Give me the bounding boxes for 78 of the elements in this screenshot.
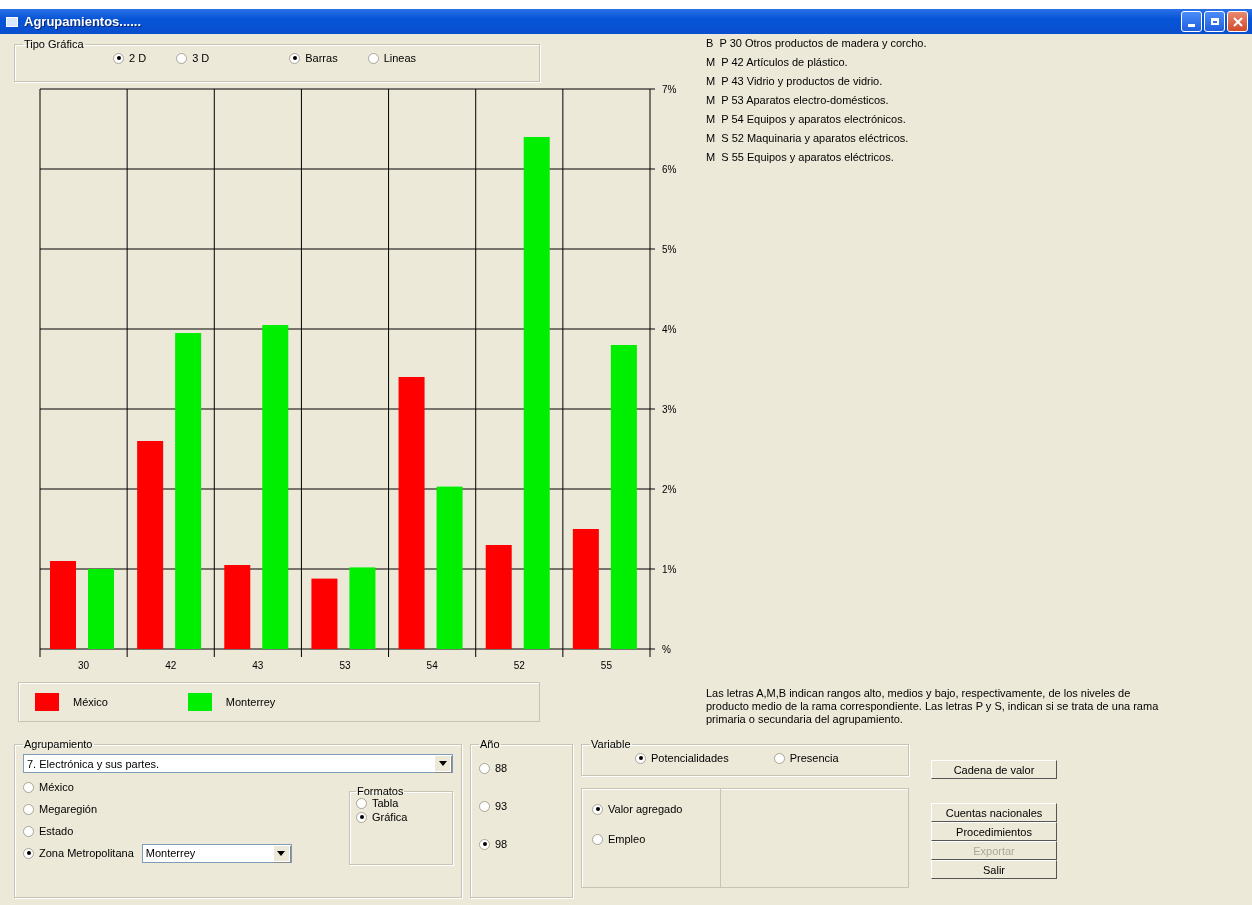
radio-icon[interactable]: [23, 847, 34, 859]
group-label: Tipo Gráfica: [23, 38, 85, 50]
group-label: Variable: [590, 738, 632, 750]
radio-option[interactable]: Empleo: [592, 833, 720, 845]
radio-icon[interactable]: [23, 803, 34, 815]
radio-option[interactable]: Megaregión: [23, 803, 98, 815]
description-text: M P 43 Vidrio y productos de vidrio.: [706, 74, 884, 88]
x-tick-label: 42: [165, 660, 177, 671]
window-title: Agrupamientos......: [24, 14, 142, 29]
x-tick-label: 30: [78, 660, 90, 671]
x-tick-label: 43: [252, 660, 264, 671]
radio-option[interactable]: 93: [479, 800, 564, 812]
button[interactable]: Cadena de valor: [931, 760, 1057, 779]
metro-dropdown[interactable]: Monterrey: [141, 843, 292, 863]
description-text: M S 55 Equipos y aparatos eléctricos.: [706, 150, 895, 164]
button[interactable]: Salir: [931, 860, 1057, 879]
description-text: M P 53 Aparatos electro-domésticos.: [706, 93, 890, 107]
radio-icon[interactable]: [592, 833, 603, 845]
radio-icon[interactable]: [479, 800, 490, 812]
y-tick-label: 2%: [662, 484, 677, 495]
y-tick-label: 1%: [662, 564, 677, 575]
x-tick-label: 52: [513, 660, 525, 671]
radio-option[interactable]: Estado: [23, 825, 74, 837]
grouping-dropdown[interactable]: 7. Electrónica y sus partes.: [23, 754, 453, 773]
radio-option[interactable]: Potencialidades: [635, 752, 729, 764]
radio-icon[interactable]: [356, 811, 367, 823]
radio-icon[interactable]: [356, 797, 367, 809]
x-tick-label: 55: [600, 660, 612, 671]
description-text: M P 54 Equipos y aparatos electrónicos.: [706, 112, 907, 126]
minimize-button[interactable]: [1181, 11, 1202, 32]
radio-option[interactable]: Tabla: [356, 797, 446, 809]
radio-icon[interactable]: [635, 752, 646, 764]
y-tick-label: 3%: [662, 404, 677, 415]
note-text: Las letras A,M,B indican rangos alto, medios y bajo, respectivamente, de los niveles de producto medio de la rama correspondiente. Las letras P y S, indican si se trata de una rama primaria o secundaria del agrupamiento.: [706, 687, 1160, 726]
radio-option[interactable]: Lineas: [367, 52, 417, 64]
radio-icon[interactable]: [176, 52, 188, 64]
legend-label: México: [73, 696, 108, 708]
y-tick-label: 7%: [662, 84, 677, 95]
radio-option[interactable]: Barras: [289, 52, 338, 64]
radio-option[interactable]: Zona Metropolitana: [23, 847, 134, 859]
y-tick-label: 4%: [662, 324, 677, 335]
radio-option[interactable]: 98: [479, 838, 564, 850]
radio-icon[interactable]: [289, 52, 301, 64]
radio-option[interactable]: Gráfica: [356, 811, 446, 823]
x-tick-label: 54: [426, 660, 438, 671]
group-label: Año: [479, 738, 501, 750]
button[interactable]: Cuentas nacionales: [931, 803, 1057, 822]
app-icon: [6, 16, 18, 27]
description-text: M S 52 Maquinaria y aparatos eléctricos.: [706, 131, 910, 145]
radio-option[interactable]: 88: [479, 762, 564, 774]
y-tick-label: 5%: [662, 244, 677, 255]
radio-icon[interactable]: [592, 803, 603, 815]
radio-icon[interactable]: [23, 781, 34, 793]
button[interactable]: Procedimientos: [931, 822, 1057, 841]
description-text: B P 30 Otros productos de madera y corcho.: [706, 36, 928, 50]
description-text: M P 42 Artículos de plástico.: [706, 55, 849, 69]
radio-icon[interactable]: [23, 825, 34, 837]
radio-option[interactable]: Presencia: [773, 752, 839, 764]
radio-option[interactable]: Valor agregado: [592, 803, 720, 815]
radio-option[interactable]: 2 D: [113, 52, 147, 64]
y-tick-label: 6%: [662, 164, 677, 175]
restore-icon[interactable]: [1210, 18, 1219, 25]
group-label: Formatos: [356, 785, 405, 797]
radio-option[interactable]: 3 D: [176, 52, 210, 64]
radio-icon[interactable]: [113, 52, 124, 64]
x-tick-label: 53: [339, 660, 351, 671]
radio-icon[interactable]: [773, 752, 785, 764]
legend-label: Monterrey: [225, 696, 276, 708]
close-icon[interactable]: [1232, 16, 1243, 27]
y-tick-label: %: [662, 644, 671, 655]
bar: [311, 578, 338, 649]
close-button[interactable]: [1227, 11, 1248, 32]
radio-icon[interactable]: [367, 52, 379, 64]
radio-option[interactable]: México: [23, 781, 74, 793]
restore-button[interactable]: [1204, 11, 1225, 32]
radio-icon[interactable]: [479, 838, 490, 850]
group-label: Agrupamiento: [23, 738, 94, 750]
radio-icon[interactable]: [479, 762, 490, 774]
